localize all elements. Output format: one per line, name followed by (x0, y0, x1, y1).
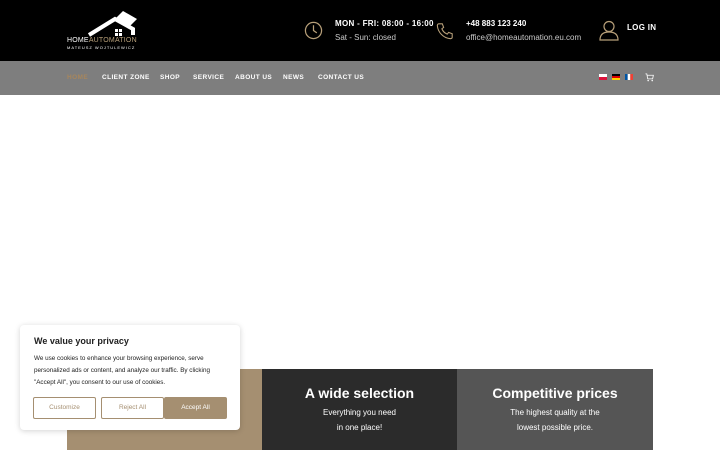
german-flag-icon[interactable] (612, 74, 620, 80)
nav-item-shop[interactable]: SHOP (160, 74, 180, 81)
cart-icon[interactable] (645, 73, 654, 82)
clock-icon (304, 21, 323, 40)
cookie-banner-text: We use cookies to enhance your browsing … (34, 355, 210, 386)
cookie-banner-title: We value your privacy (34, 336, 129, 346)
nav-item-home[interactable]: HOME (67, 74, 88, 81)
phone-icon (436, 23, 453, 40)
main-navigation: HOME CLIENT ZONE SHOP SERVICE ABOUT US N… (0, 61, 720, 95)
nav-item-contact-us[interactable]: CONTACT US (318, 74, 364, 81)
customize-button[interactable]: Customize (33, 397, 96, 419)
feature-text-line: in one place! (336, 423, 383, 432)
feature-text-line: Everything you need (323, 408, 396, 417)
nav-item-service[interactable]: SERVICE (193, 74, 224, 81)
opening-hours-weekend: Sat - Sun: closed (335, 33, 396, 42)
login-link[interactable]: LOG IN (627, 23, 656, 32)
user-icon[interactable] (599, 20, 619, 41)
phone-number[interactable]: +48 883 123 240 (466, 19, 526, 28)
polish-flag-icon[interactable] (599, 74, 607, 80)
opening-hours-weekday: MON - FRI: 08:00 - 16:00 (335, 19, 434, 28)
feature-title: Competitive prices (492, 385, 618, 401)
feature-text-line: The highest quality at the (510, 408, 600, 417)
cookie-consent-banner: We value your privacy We use cookies to … (20, 325, 240, 430)
feature-card-competitive-prices: Competitive prices The highest quality a… (457, 369, 653, 450)
nav-item-client-zone[interactable]: CLIENT ZONE (102, 74, 150, 81)
top-bar: HOMEAUTOMATION MATEUSZ WOJTULEWICZ MON -… (0, 0, 720, 61)
feature-card-wide-selection: A wide selection Everything you need in … (262, 369, 457, 450)
nav-item-about-us[interactable]: ABOUT US (235, 74, 272, 81)
accept-all-button[interactable]: Accept All (164, 397, 227, 419)
nav-item-news[interactable]: NEWS (283, 74, 304, 81)
email-address[interactable]: office@homeautomation.eu.com (466, 33, 581, 42)
feature-text-line: lowest possible price. (516, 423, 594, 432)
logo-wordmark: HOMEAUTOMATION (67, 37, 137, 44)
logo-subtitle: MATEUSZ WOJTULEWICZ (67, 45, 136, 50)
french-flag-icon[interactable] (625, 74, 633, 80)
reject-all-button[interactable]: Reject All (101, 397, 164, 419)
feature-title: A wide selection (304, 385, 415, 401)
